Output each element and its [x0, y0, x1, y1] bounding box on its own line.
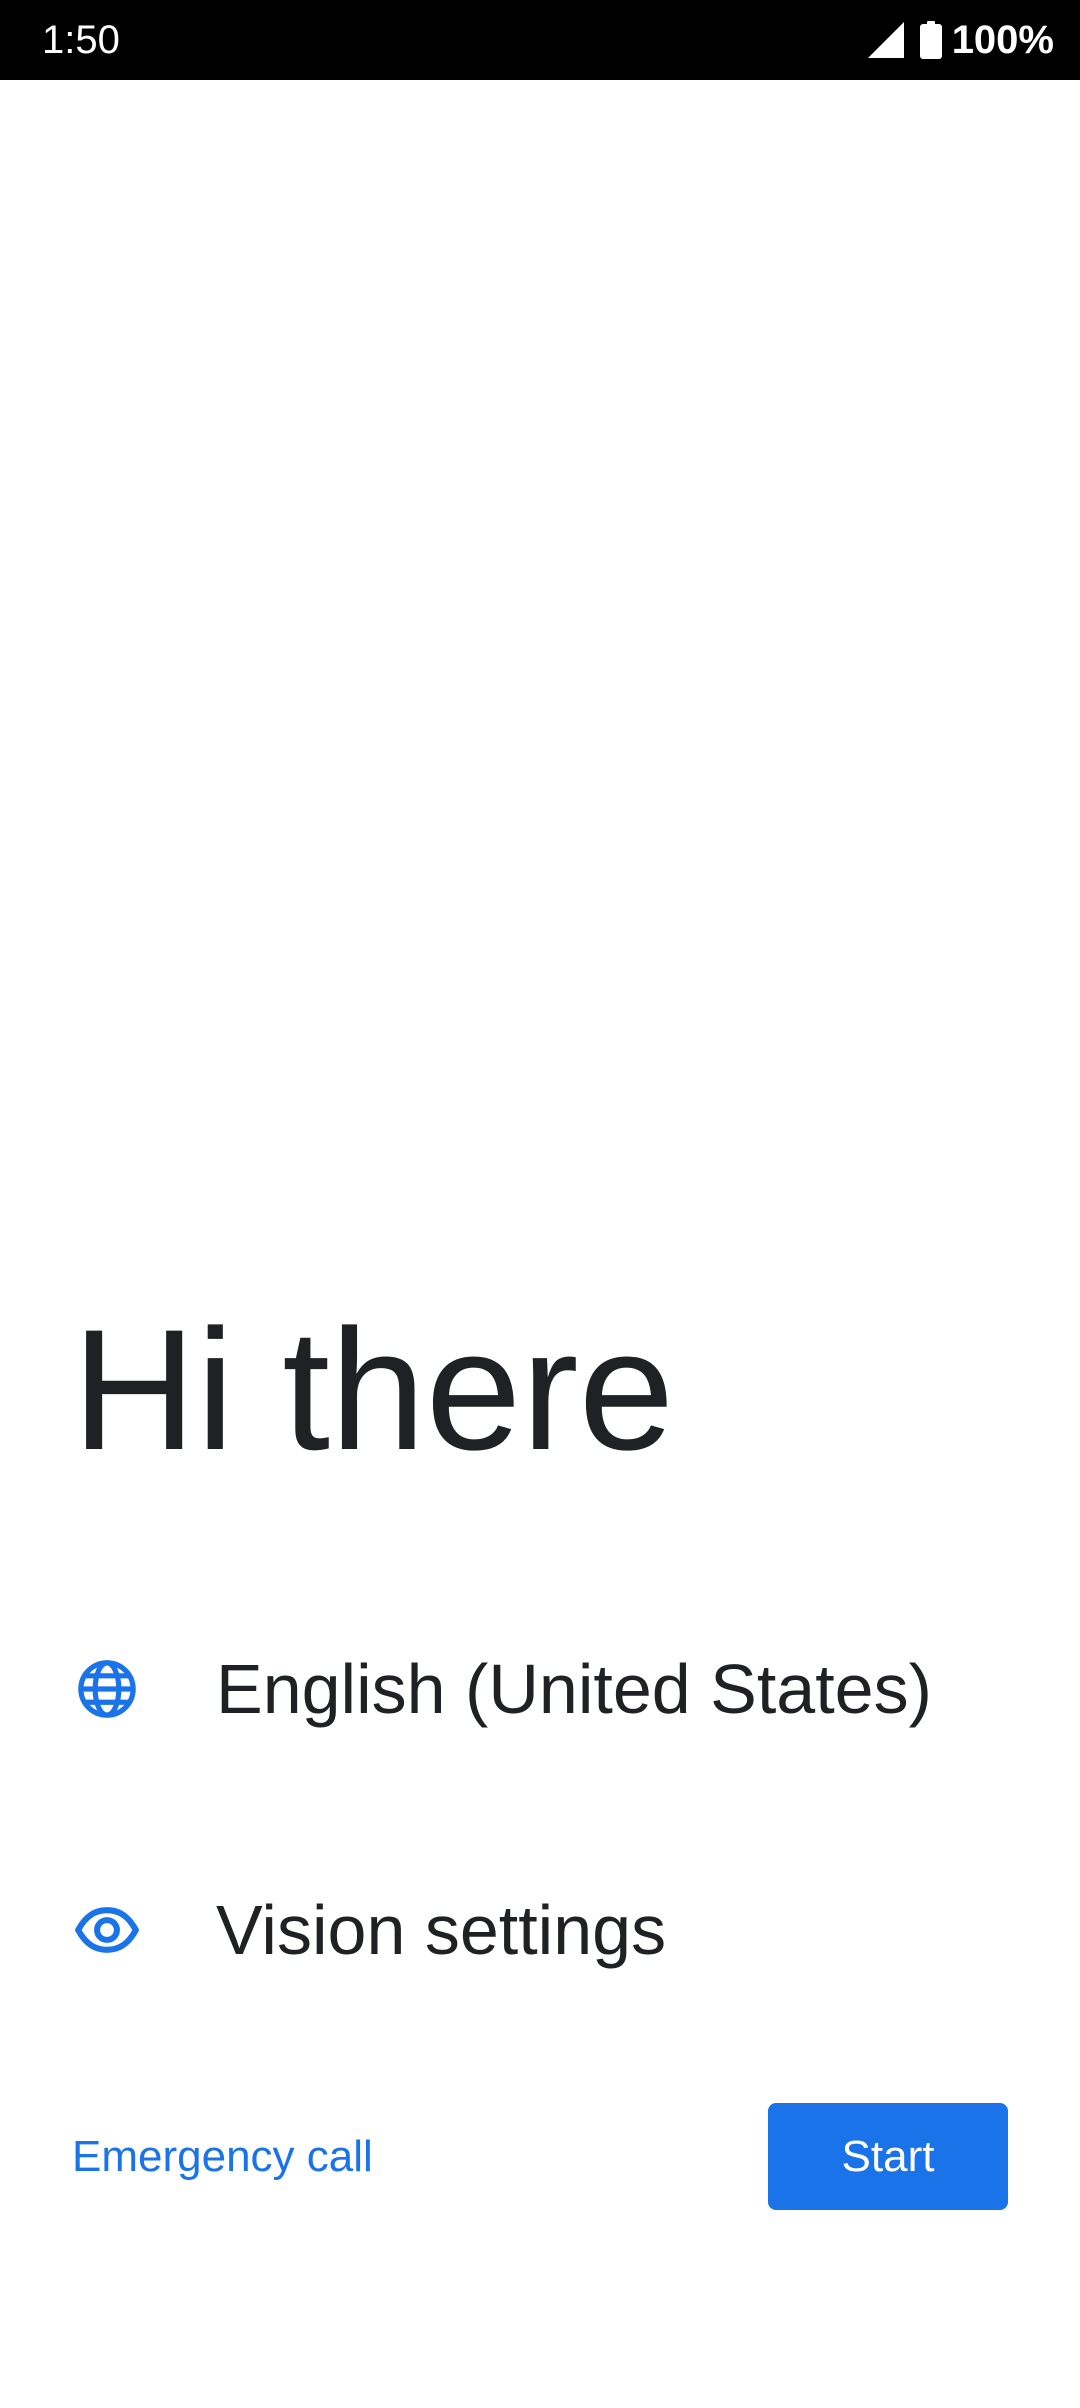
status-time: 1:50	[42, 18, 120, 62]
battery-percentage: 100%	[951, 18, 1054, 62]
globe-icon	[78, 1660, 136, 1718]
signal-icon	[867, 22, 904, 58]
status-indicators: 100%	[866, 14, 1054, 66]
language-selector[interactable]: English (United States)	[0, 1614, 1080, 1764]
start-button[interactable]: Start	[768, 2103, 1008, 2210]
vision-settings-item[interactable]: Vision settings	[0, 1855, 1080, 2005]
language-label: English (United States)	[216, 1650, 932, 1728]
emergency-call-link[interactable]: Emergency call	[72, 2130, 373, 2184]
status-bar: 1:50 100%	[0, 0, 1080, 80]
eye-icon	[75, 1907, 139, 1953]
page-title: Hi there	[72, 1294, 675, 1486]
vision-settings-label: Vision settings	[216, 1891, 667, 1969]
battery-icon	[919, 21, 942, 59]
